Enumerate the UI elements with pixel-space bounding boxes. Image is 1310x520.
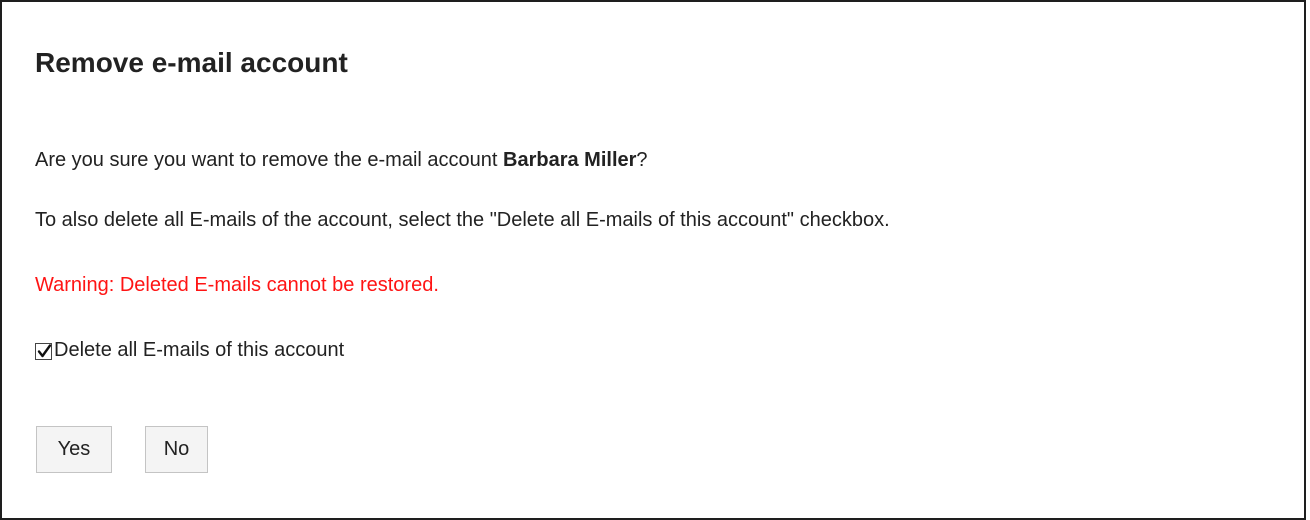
delete-emails-option[interactable]: Delete all E-mails of this account [35,340,344,360]
remove-account-dialog: Remove e-mail account Are you sure you w… [0,0,1306,520]
delete-emails-label: Delete all E-mails of this account [54,339,345,361]
confirm-message: Are you sure you want to remove the e-ma… [35,150,648,170]
no-button[interactable]: No [145,426,208,473]
confirm-suffix: ? [636,149,648,171]
instruction-text: To also delete all E-mails of the accoun… [35,209,890,231]
dialog-title: Remove e-mail account [35,47,348,78]
account-name: Barbara Miller [503,149,637,171]
checkmark-icon [37,344,52,358]
delete-emails-checkbox[interactable] [35,343,52,360]
yes-button[interactable]: Yes [36,426,112,473]
confirm-prefix: Are you sure you want to remove the e-ma… [35,149,504,171]
warning-text: Warning: Deleted E-mails cannot be resto… [35,274,439,296]
